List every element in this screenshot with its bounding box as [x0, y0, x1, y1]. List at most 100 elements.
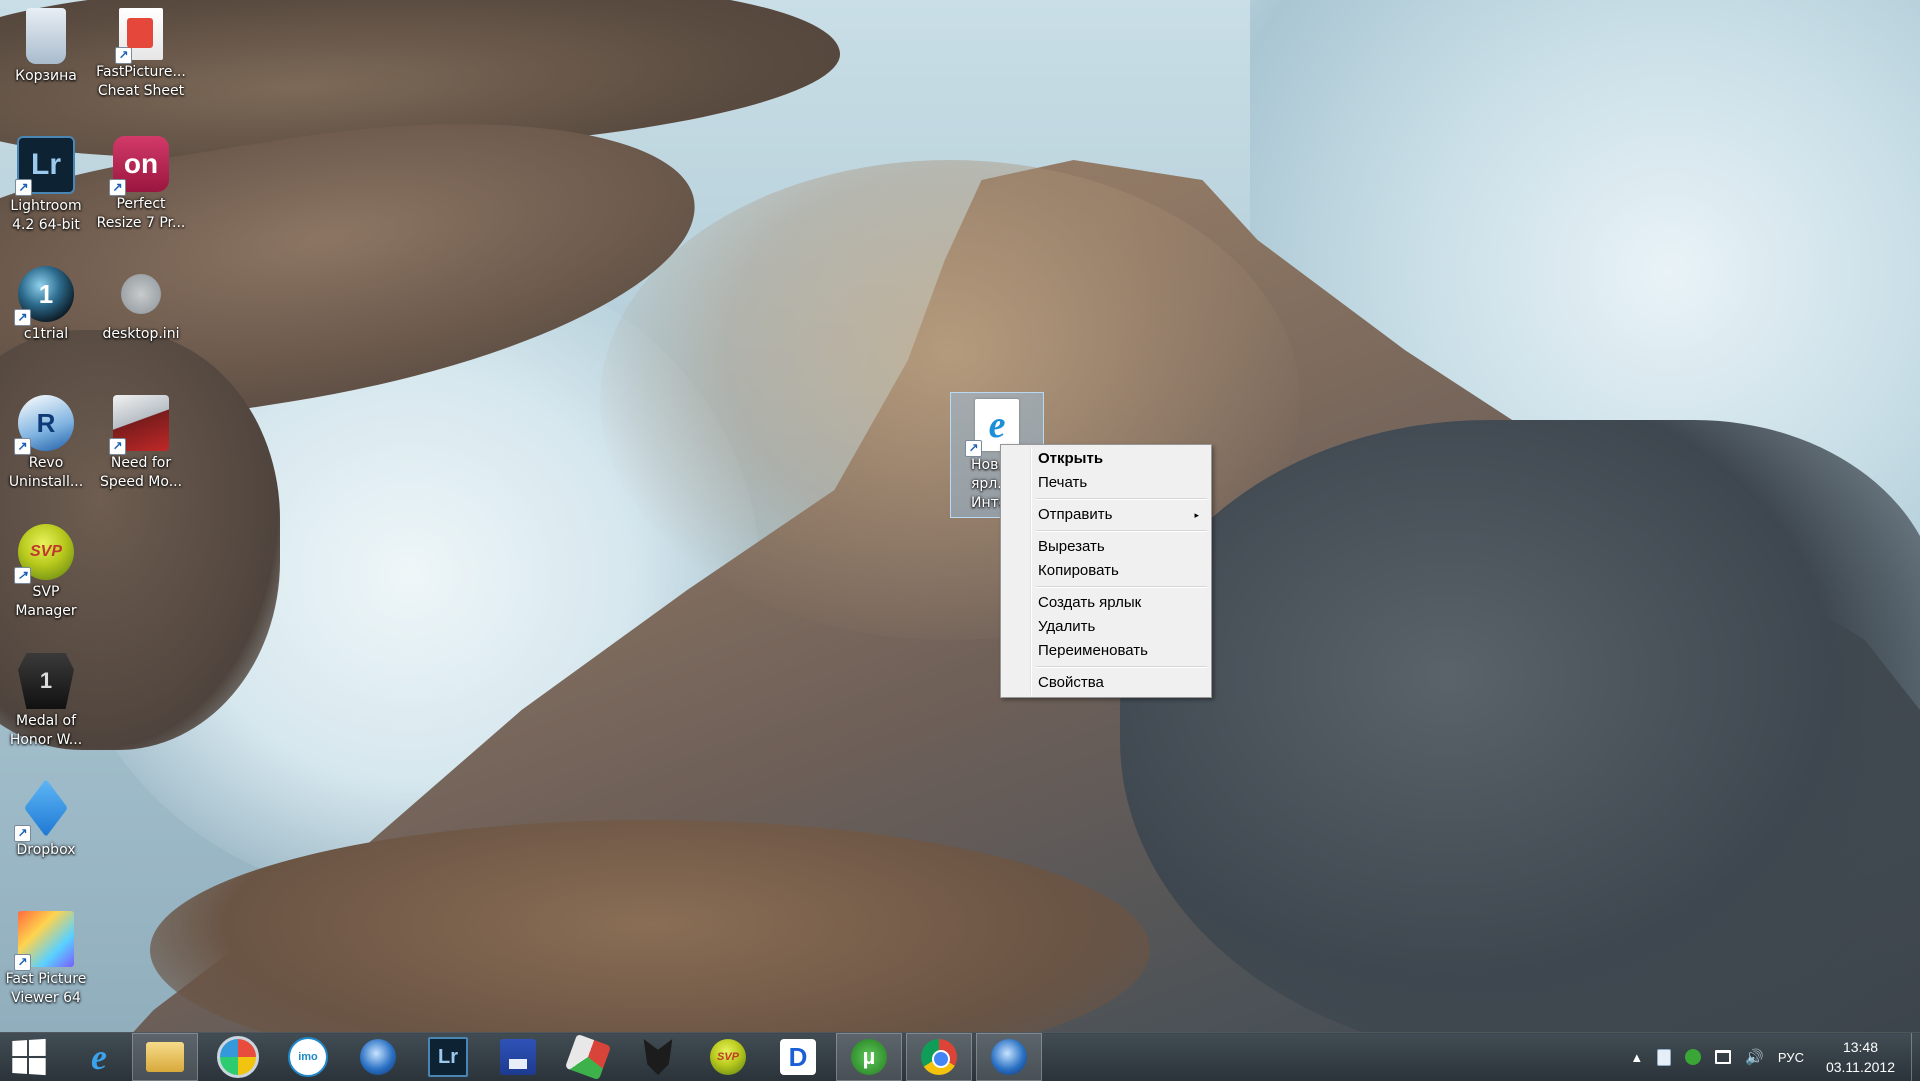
volume-icon[interactable]: 🔊 — [1745, 1048, 1764, 1066]
shortcut-arrow-icon: ↗ — [14, 438, 31, 455]
desktop-icon-desktop-ini[interactable]: desktop.ini — [95, 266, 187, 344]
menu-separator — [1036, 586, 1207, 588]
taskbar-button-lightroom[interactable]: Lr — [415, 1033, 481, 1081]
imo-messenger-icon: imo — [288, 1037, 328, 1077]
taskbar-button-utorrent[interactable]: µ — [836, 1033, 902, 1081]
thunderbird-icon — [360, 1039, 396, 1075]
medal-of-honor-icon: 1 — [18, 653, 74, 709]
menu-item-delete[interactable]: Удалить — [1003, 615, 1209, 639]
lightroom-icon: Lr — [428, 1037, 468, 1077]
menu-item-label: Печать — [1038, 474, 1088, 491]
menu-item-label: Свойства — [1038, 674, 1104, 691]
desktop-icon-label: Dropbox — [16, 842, 76, 858]
floppy-disk-icon — [500, 1039, 536, 1075]
desktop-icon-svp-manager[interactable]: SVP ↗ SVP Manager — [0, 524, 92, 621]
menu-item-label: Переименовать — [1038, 642, 1148, 659]
paint-icon — [564, 1033, 612, 1081]
internet-explorer-icon: e — [91, 1037, 107, 1077]
taskbar-button-imo[interactable]: imo — [275, 1033, 341, 1081]
menu-separator — [1036, 530, 1207, 532]
menu-item-open[interactable]: Открыть — [1003, 447, 1209, 471]
clock[interactable]: 13:48 03.11.2012 — [1826, 1037, 1895, 1077]
menu-item-label: Удалить — [1038, 618, 1096, 635]
menu-item-create-shortcut[interactable]: Создать ярлык — [1003, 591, 1209, 615]
desktop-icon-lightroom[interactable]: Lr ↗ Lightroom 4.2 64-bit — [0, 136, 92, 235]
clock-date: 03.11.2012 — [1825, 1059, 1895, 1075]
language-indicator[interactable]: РУС — [1778, 1050, 1804, 1065]
lightroom-icon: Lr ↗ — [15, 136, 75, 196]
shortcut-arrow-icon: ↗ — [14, 825, 31, 842]
tray-utorrent-icon[interactable] — [1685, 1049, 1702, 1065]
shortcut-arrow-icon: ↗ — [965, 440, 982, 457]
menu-item-cut[interactable]: Вырезать — [1003, 535, 1209, 559]
taskbar-button-svp[interactable]: SVP — [695, 1033, 761, 1081]
perfect-resize-glyph: on — [123, 148, 159, 179]
shortcut-arrow-icon: ↗ — [109, 438, 126, 455]
desktop-icon-medal-of-honor[interactable]: 1 Medal of Honor W... — [0, 653, 92, 750]
desktop-icon-label: FastPicture... Cheat Sheet — [96, 64, 186, 99]
desktop-icon-label: Perfect Resize 7 Pr... — [96, 196, 186, 231]
internet-explorer-icon: e — [988, 404, 1006, 446]
menu-item-rename[interactable]: Переименовать — [1003, 639, 1209, 663]
desktop-icon-c1trial[interactable]: 1 ↗ c1trial — [0, 266, 92, 344]
shortcut-arrow-icon: ↗ — [109, 179, 126, 196]
revo-glyph: R — [36, 407, 56, 438]
lightroom-glyph: Lr — [31, 148, 61, 181]
fox-head-icon — [643, 1039, 673, 1075]
menu-item-label: Создать ярлык — [1038, 594, 1142, 611]
svp-icon: SVP — [710, 1039, 746, 1075]
menu-item-label: Отправить — [1038, 506, 1113, 523]
desktop-icon-fastpicture-cheat-sheet[interactable]: ↗ FastPicture... Cheat Sheet — [95, 8, 187, 101]
shortcut-arrow-icon: ↗ — [14, 567, 31, 584]
menu-separator — [1036, 498, 1207, 500]
utorrent-icon: µ — [851, 1039, 887, 1075]
clock-time: 13:48 — [1842, 1039, 1878, 1055]
desktop-icon-label: c1trial — [23, 326, 69, 342]
desktop-icon-label: SVP Manager — [15, 584, 77, 619]
desktop-icon-label: Lightroom 4.2 64-bit — [10, 198, 82, 233]
taskbar-button-internet-explorer[interactable]: e — [66, 1033, 132, 1081]
fast-picture-viewer-icon: ↗ — [14, 911, 74, 971]
taskbar-button-fox[interactable] — [625, 1033, 691, 1081]
menu-separator — [1036, 666, 1207, 668]
windows-logo-icon — [12, 1038, 46, 1076]
taskbar-button-file-explorer[interactable] — [132, 1033, 198, 1081]
gear-icon — [121, 274, 161, 314]
taskbar-button-thunderbird[interactable] — [345, 1033, 411, 1081]
menu-item-copy[interactable]: Копировать — [1003, 559, 1209, 583]
taskbar-button-paint[interactable] — [555, 1033, 621, 1081]
desktop-icon-perfect-resize[interactable]: on ↗ Perfect Resize 7 Pr... — [95, 136, 187, 233]
taskbar-button-picasa[interactable] — [205, 1033, 271, 1081]
taskbar-button-thunderbird-2[interactable] — [976, 1033, 1042, 1081]
svp-glyph: SVP — [29, 543, 62, 560]
desktop-icon-dropbox[interactable]: ↗ Dropbox — [0, 782, 92, 860]
menu-item-send-to[interactable]: Отправить ▸ — [1003, 503, 1209, 527]
desktop-icon-fast-picture-viewer[interactable]: ↗ Fast Picture Viewer 64 — [0, 911, 92, 1008]
capture-one-glyph: 1 — [38, 278, 54, 309]
system-tray: ▲ 🔊 РУС 13:48 03.11.2012 — [1630, 1033, 1920, 1081]
desktop-icon-label: desktop.ini — [102, 326, 180, 342]
menu-item-properties[interactable]: Свойства — [1003, 671, 1209, 695]
show-hidden-icons-button[interactable]: ▲ — [1630, 1050, 1643, 1065]
start-button[interactable] — [0, 1033, 56, 1081]
desktop-icon-label: Medal of Honor W... — [9, 713, 83, 748]
medal-of-honor-glyph: 1 — [39, 668, 53, 693]
network-icon[interactable] — [1715, 1050, 1732, 1064]
desktop-icon-revo-uninstaller[interactable]: R ↗ Revo Uninstall... — [0, 395, 92, 492]
wallpaper-wet-rock — [1120, 420, 1920, 1034]
shortcut-arrow-icon: ↗ — [15, 179, 32, 196]
menu-item-label: Копировать — [1038, 562, 1119, 579]
dropbox-icon: ↗ — [14, 782, 74, 842]
desktop-icon-need-for-speed[interactable]: ↗ Need for Speed Mo... — [95, 395, 187, 492]
desktop-icon-recycle-bin[interactable]: Корзина — [0, 8, 92, 86]
taskbar-button-chrome[interactable] — [906, 1033, 972, 1081]
menu-item-print[interactable]: Печать — [1003, 471, 1209, 495]
chrome-icon — [921, 1039, 957, 1075]
recycle-bin-icon — [26, 8, 66, 64]
revo-uninstaller-icon: R ↗ — [14, 395, 74, 455]
taskbar-button-daemon-tools[interactable]: D — [765, 1033, 831, 1081]
context-menu: Открыть Печать Отправить ▸ Вырезать Копир… — [1000, 444, 1212, 698]
taskbar-button-save[interactable] — [485, 1033, 551, 1081]
show-desktop-button[interactable] — [1911, 1033, 1920, 1081]
tray-document-icon[interactable] — [1657, 1048, 1672, 1066]
